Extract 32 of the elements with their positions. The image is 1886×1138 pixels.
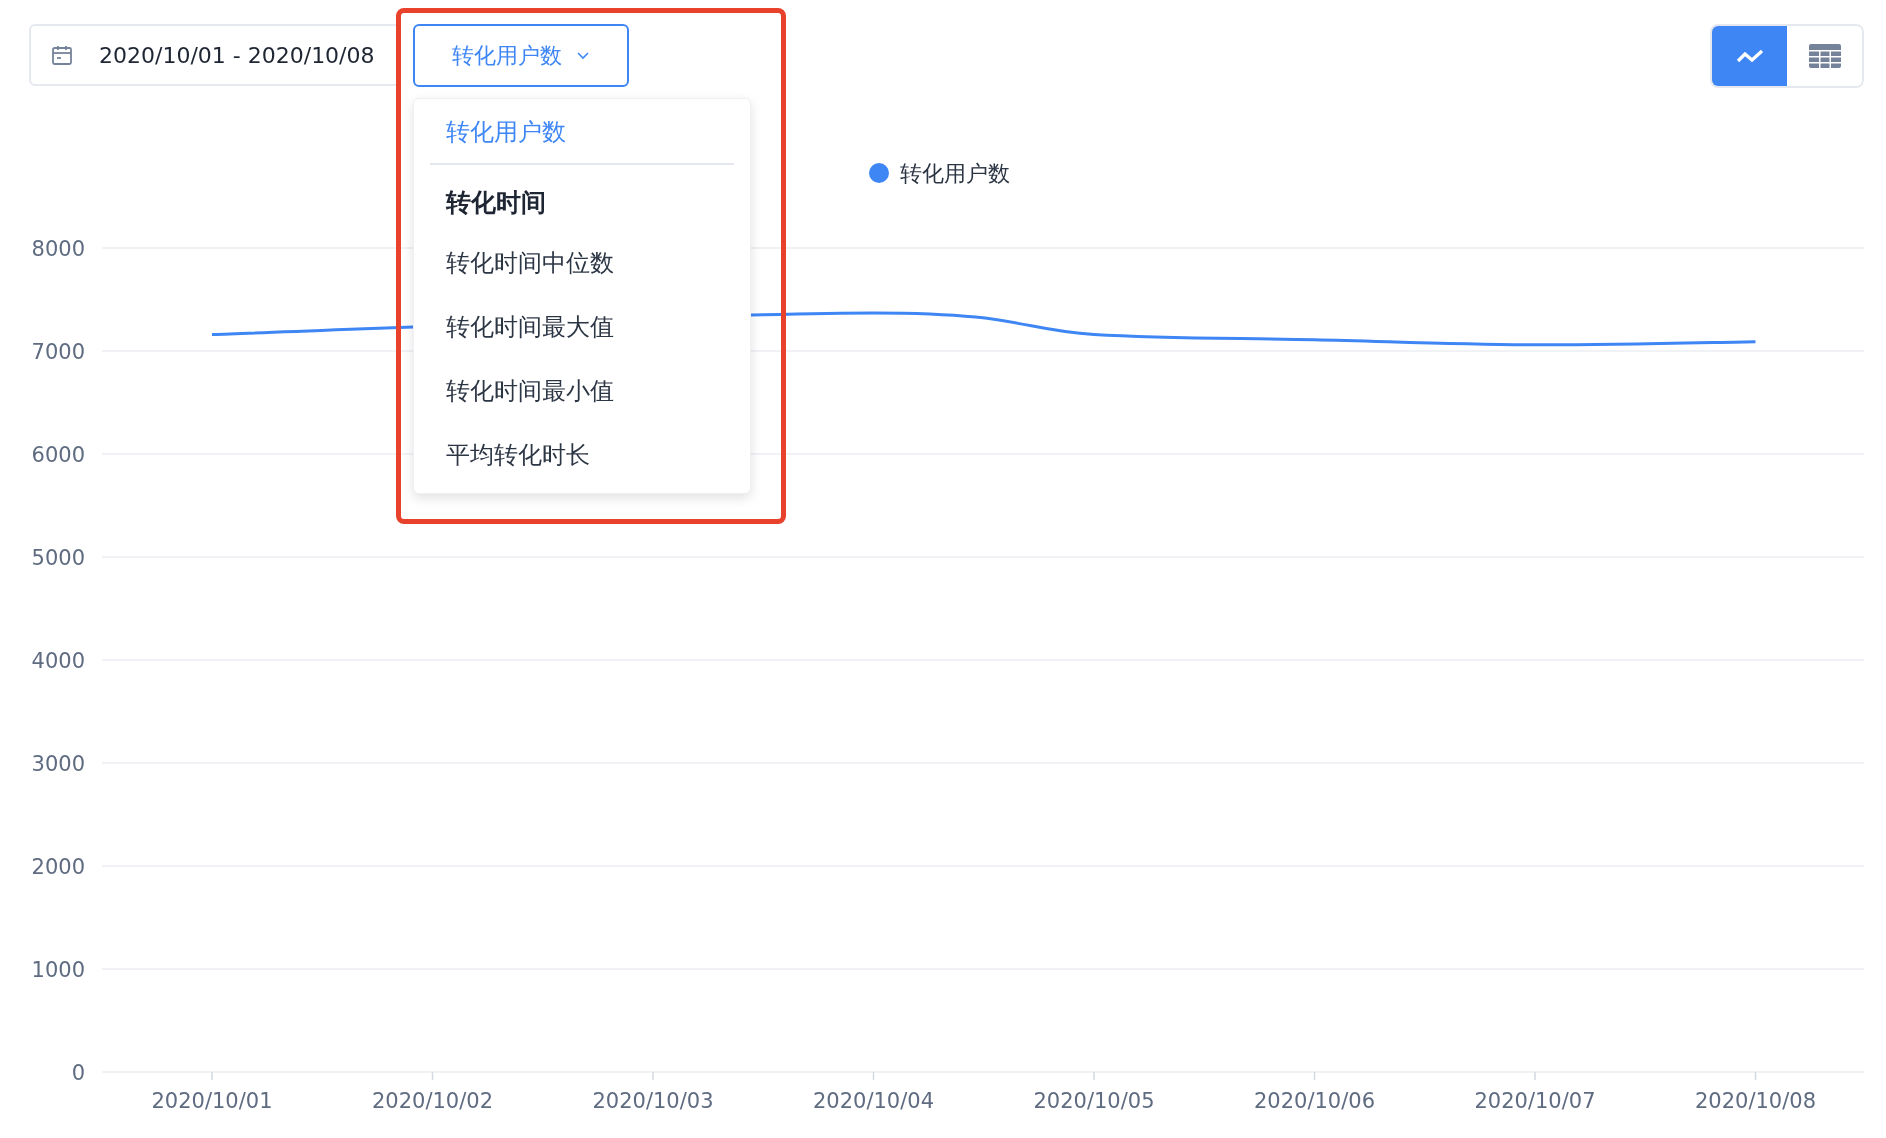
metric-dropdown[interactable]: 转化用户数	[413, 24, 629, 87]
x-axis-label: 2020/10/08	[1695, 1089, 1816, 1113]
x-axis-label: 2020/10/06	[1254, 1089, 1375, 1113]
y-axis-label: 7000	[31, 340, 85, 364]
menu-option[interactable]: 转化时间最小值	[430, 359, 734, 423]
y-axis-label: 0	[71, 1061, 85, 1085]
table-icon	[1808, 44, 1841, 68]
menu-option[interactable]: 转化用户数	[430, 107, 734, 163]
legend-label: 转化用户数	[900, 161, 1010, 186]
y-axis-label: 5000	[31, 546, 85, 570]
x-axis-label: 2020/10/04	[813, 1089, 934, 1113]
x-axis-label: 2020/10/01	[151, 1089, 273, 1113]
legend-item[interactable]: 转化用户数	[869, 161, 1010, 186]
calendar-icon	[51, 44, 73, 66]
menu-option[interactable]: 平均转化时长	[430, 423, 734, 487]
y-axis-label: 6000	[31, 443, 85, 467]
x-axis-label: 2020/10/03	[592, 1089, 714, 1113]
x-axis-label: 2020/10/07	[1474, 1089, 1596, 1113]
caret-icon	[576, 50, 590, 61]
menu-option[interactable]: 转化时间最大值	[430, 295, 734, 359]
line-chart-icon	[1734, 47, 1765, 65]
y-axis-label: 8000	[31, 237, 85, 261]
x-axis-label: 2020/10/05	[1033, 1089, 1155, 1113]
y-axis-label: 3000	[31, 752, 85, 776]
line-chart-view-button[interactable]	[1712, 26, 1787, 86]
menu-option[interactable]: 转化时间中位数	[430, 231, 734, 295]
y-axis-label: 4000	[31, 649, 85, 673]
menu-group-header: 转化时间	[444, 187, 547, 219]
y-axis-label: 2000	[31, 855, 85, 879]
x-axis-label: 2020/10/02	[372, 1089, 493, 1113]
y-axis-label: 1000	[31, 958, 85, 982]
date-range-value: 2020/10/01 - 2020/10/08	[99, 42, 375, 68]
